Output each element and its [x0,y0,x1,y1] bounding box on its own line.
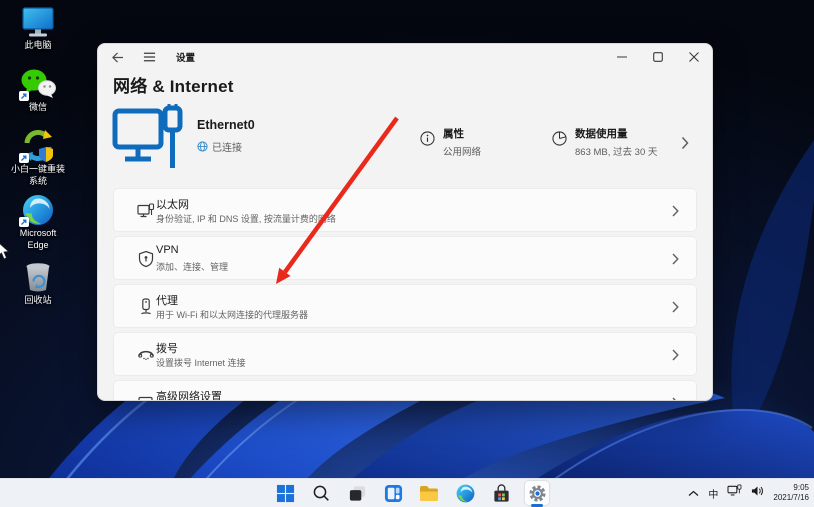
edge-taskbar-icon[interactable] [453,481,477,505]
ethernet-hero-icon [111,104,183,177]
settings-row-vpn[interactable]: VPN 添加、连接、管理 [113,236,697,280]
connection-status-text: 已连接 [212,143,242,154]
chevron-right-icon [672,348,679,366]
close-button[interactable] [676,44,712,69]
chevron-right-icon [672,300,679,318]
page-title: 网络 & Internet [113,77,234,96]
settings-row-advanced-network[interactable]: 高级网络设置 [113,380,697,401]
desktop-icon-label: 小白一键重装 [10,164,65,174]
xiaobai-reinstall-icon [19,129,56,163]
connection-name: Ethernet0 [197,118,255,132]
data-usage-pie-icon [552,131,567,151]
clock-time: 9:05 [793,482,809,492]
maximize-button[interactable] [640,44,676,69]
ethernet-icon [137,202,155,225]
desktop-icon-this-pc[interactable]: 此电脑 [5,6,71,51]
dialup-phone-icon [137,346,155,369]
start-button[interactable] [273,481,297,505]
shortcut-arrow-icon [19,217,29,227]
desktop-screen: 此电脑 微信 小白一键重装 系统 Microsoft Edge 回收站 设置 网… [0,0,814,507]
chevron-right-icon[interactable] [681,136,689,155]
globe-icon [197,141,208,152]
taskbar-icons [273,481,549,507]
this-pc-icon [20,6,56,38]
row-subtitle: 用于 Wi-Fi 和以太网连接的代理服务器 [156,310,308,320]
task-view-icon[interactable] [345,481,369,505]
settings-row-dialup[interactable]: 拨号 设置拨号 Internet 连接 [113,332,697,376]
clock-date: 2021/7/16 [773,493,809,502]
tray-chevron-up-icon[interactable] [688,484,699,502]
settings-row-proxy[interactable]: 代理 用于 Wi-Fi 和以太网连接的代理服务器 [113,284,697,328]
vpn-shield-icon [137,250,155,273]
properties-subtitle: 公用网络 [443,147,482,158]
system-tray: 中 9:05 2021/7/16 [688,479,809,507]
chevron-right-icon [672,396,679,400]
row-title: 以太网 [156,199,189,211]
shortcut-arrow-icon [19,91,29,101]
chevron-right-icon [672,252,679,270]
desktop-icon-xiaobai-reinstall[interactable]: 小白一键重装 系统 [5,129,71,187]
properties-title: 属性 [443,128,464,140]
search-icon[interactable] [309,481,333,505]
data-usage-block[interactable]: 数据使用量 863 MB, 过去 30 天 [575,126,657,158]
minimize-button[interactable] [604,44,640,69]
desktop-icon-label-line2: 系统 [28,175,47,186]
window-controls [604,44,712,69]
taskbar-clock[interactable]: 9:05 2021/7/16 [773,483,809,504]
row-title: 代理 [156,295,178,307]
advanced-network-icon [137,394,155,400]
shortcut-arrow-icon [19,153,29,163]
info-icon [420,131,435,151]
recycle-bin-icon [20,261,56,293]
network-status-icon[interactable] [727,484,742,502]
back-button[interactable] [104,47,130,67]
chevron-right-icon [672,204,679,222]
row-subtitle: 设置拨号 Internet 连接 [156,358,246,368]
edge-logo-icon [19,194,56,227]
row-subtitle: 身份验证, IP 和 DNS 设置, 按流量计费的网络 [156,214,336,224]
mouse-cursor [0,243,10,260]
desktop-icon-label: 此电脑 [24,40,52,50]
desktop-icon-label: 回收站 [24,295,52,305]
settings-window: 设置 网络 & Internet Ethernet0 已连接 属性 公用网络 数… [97,43,713,401]
properties-block[interactable]: 属性 公用网络 [443,126,481,158]
wechat-icon [19,68,56,101]
data-usage-title: 数据使用量 [575,128,628,140]
desktop-icon-label: Microsoft [19,228,57,238]
navigation-menu-icon[interactable] [136,47,162,67]
window-titlebar: 设置 [98,44,712,70]
widgets-icon[interactable] [381,481,405,505]
settings-row-ethernet[interactable]: 以太网 身份验证, IP 和 DNS 设置, 按流量计费的网络 [113,188,697,232]
data-usage-subtitle: 863 MB, 过去 30 天 [575,147,658,158]
row-title: VPN [156,244,179,256]
proxy-server-icon [137,298,155,321]
row-title: 拨号 [156,343,178,355]
desktop-icon-wechat[interactable]: 微信 [5,68,71,113]
microsoft-store-icon[interactable] [489,481,513,505]
desktop-icon-label: 微信 [28,102,47,112]
taskbar: 中 9:05 2021/7/16 [0,478,814,507]
ime-indicator[interactable]: 中 [708,486,718,501]
desktop-icon-label-line2: Edge [27,239,49,250]
settings-gear-icon[interactable] [525,481,549,507]
volume-icon[interactable] [751,484,764,502]
row-subtitle: 添加、连接、管理 [156,262,229,272]
app-title: 设置 [176,53,196,64]
row-title: 高级网络设置 [156,391,222,401]
connection-status: 已连接 [197,139,242,154]
file-explorer-icon[interactable] [417,481,441,505]
desktop-icon-microsoft-edge[interactable]: Microsoft Edge [5,194,71,251]
desktop-icon-recycle-bin[interactable]: 回收站 [5,261,71,306]
